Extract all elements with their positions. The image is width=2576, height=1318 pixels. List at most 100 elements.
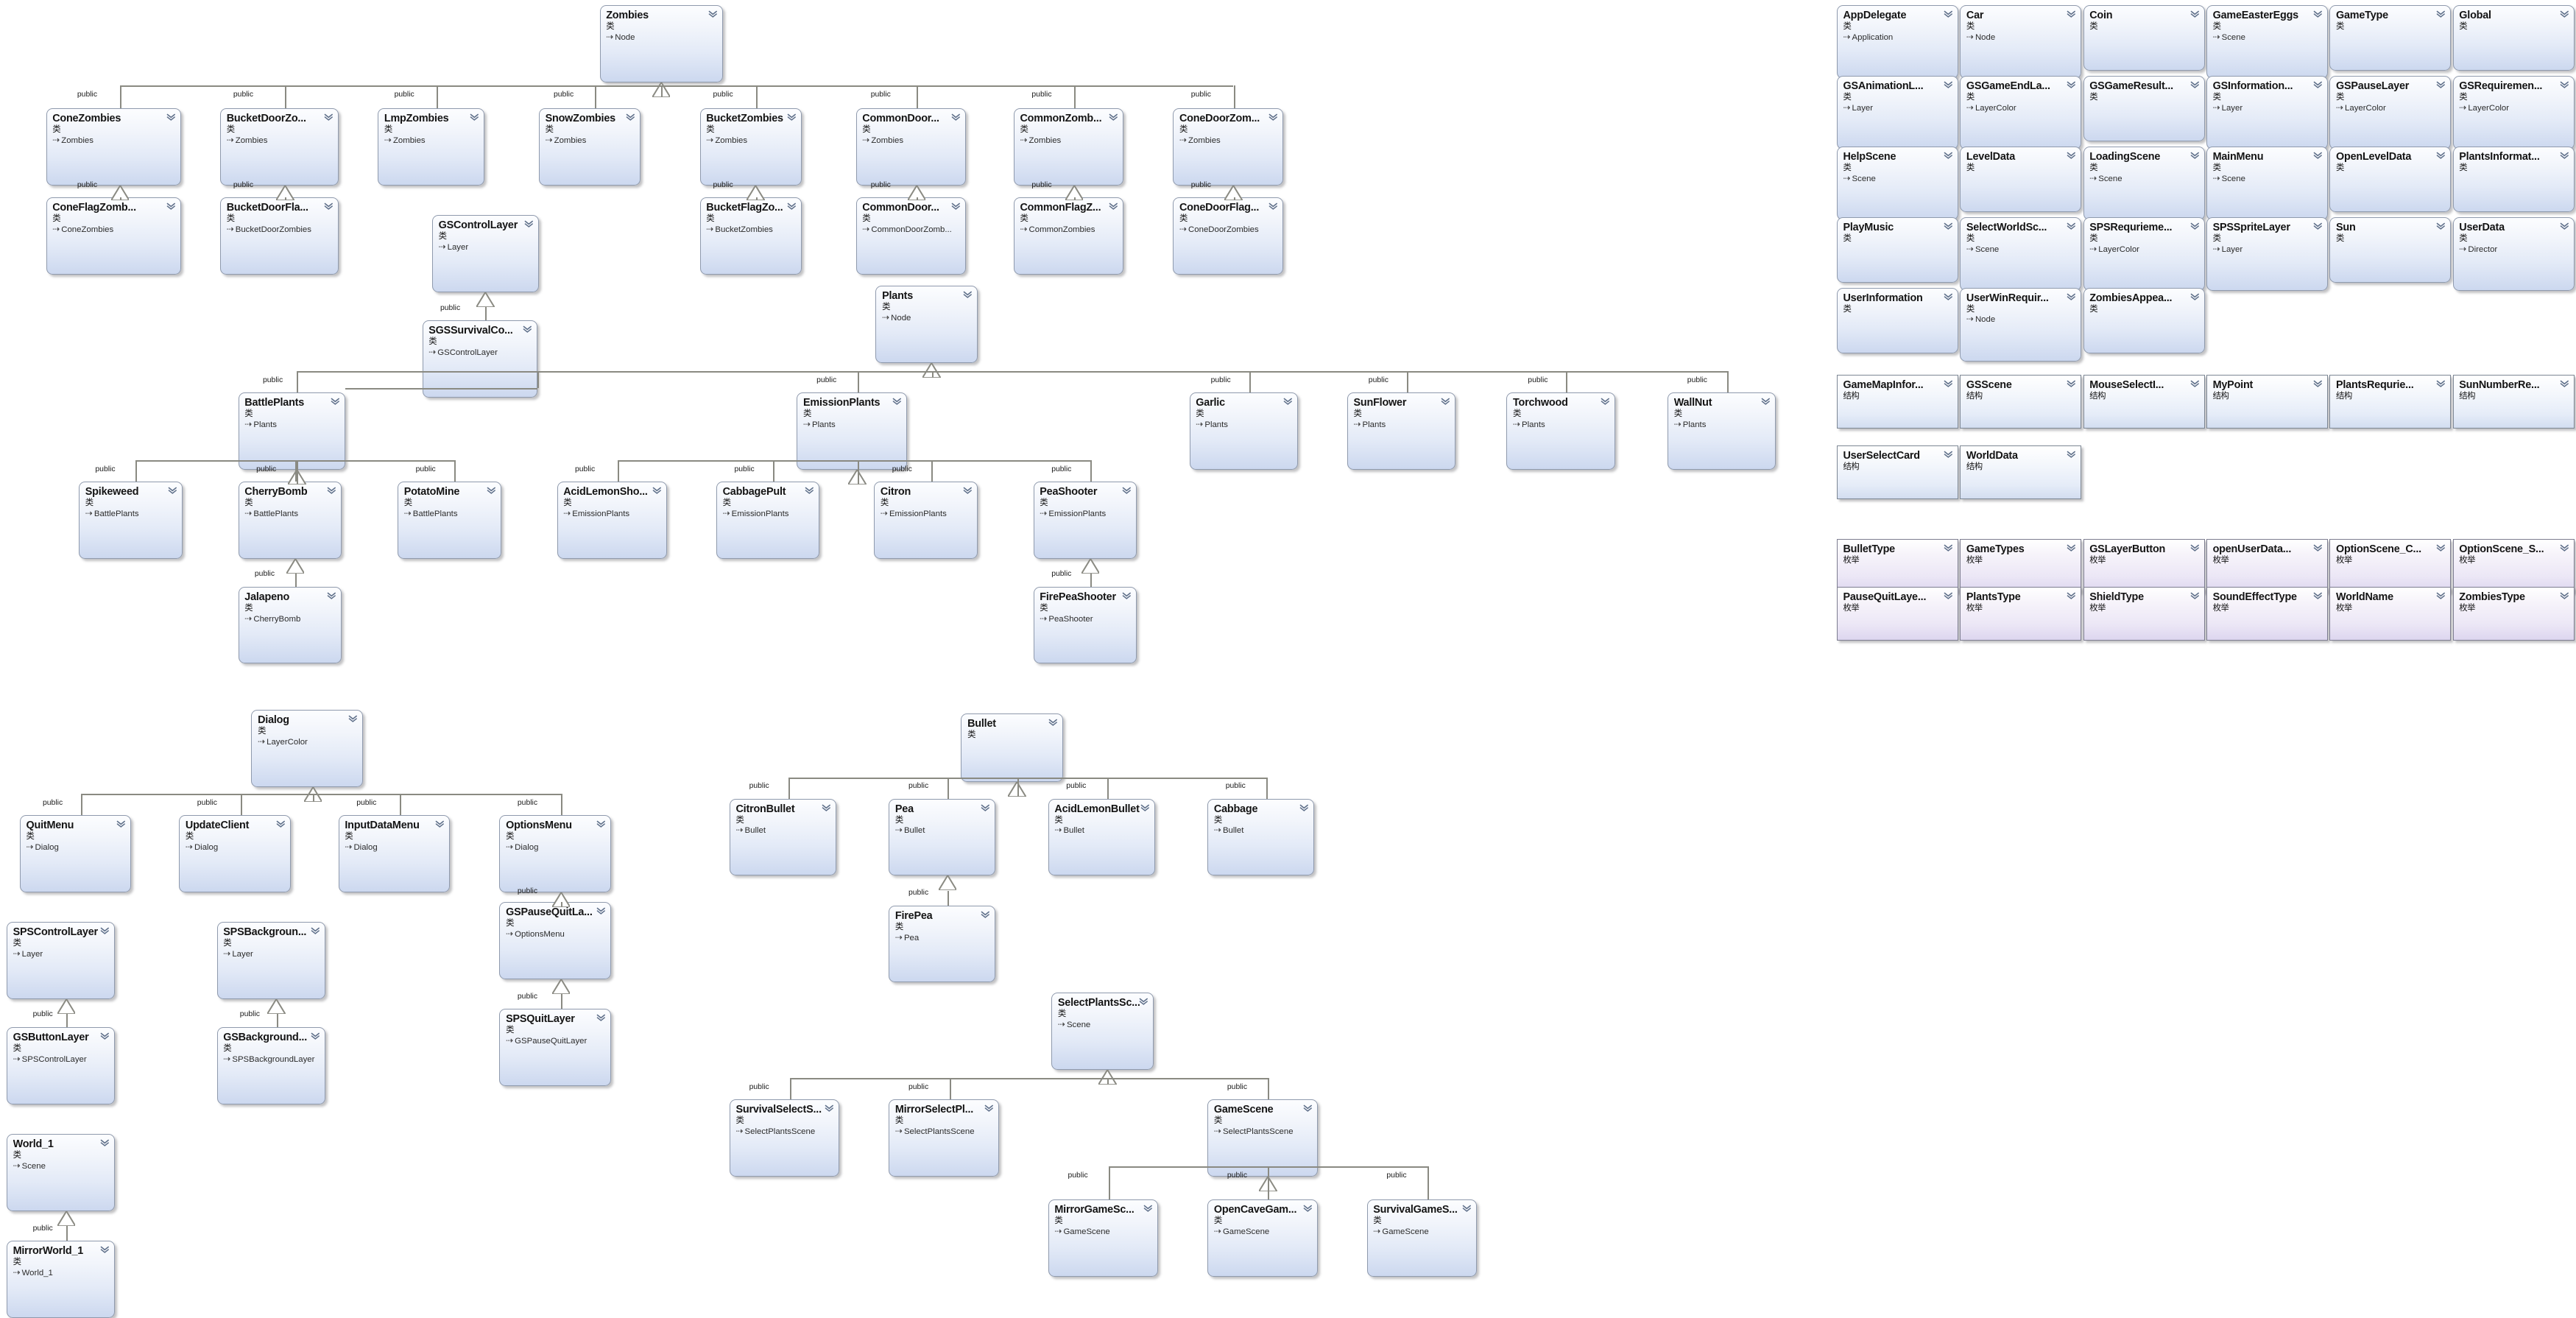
class-node-sunflower[interactable]: SunFlower 类 ⇢ Plants [1347, 392, 1456, 471]
class-node-leveldata[interactable]: LevelData 类 [1960, 146, 2082, 212]
class-node-cabbagepult[interactable]: CabbagePult 类 ⇢ EmissionPlants [716, 481, 820, 559]
class-node-sgssurvivalco[interactable]: SGSSurvivalCo... 类 ⇢ GSControlLayer [422, 320, 537, 398]
class-node-coneflagzombies[interactable]: ConeFlagZomb... 类 ⇢ ConeZombies [46, 197, 181, 275]
class-node-spsquitlayer[interactable]: SPSQuitLayer 类 ⇢ GSPauseQuitLayer [499, 1009, 612, 1086]
class-node-dialog[interactable]: Dialog 类 ⇢ LayerColor [251, 710, 364, 787]
class-node-emissionplants[interactable]: EmissionPlants 类 ⇢ Plants [797, 392, 907, 471]
class-node-car[interactable]: Car 类 ⇢ Node [1960, 4, 2082, 80]
class-node-plantsrequrie[interactable]: PlantsRequrie... 结构 [2329, 374, 2452, 429]
class-node-gsscene[interactable]: GSScene 结构 [1960, 374, 2082, 429]
class-node-gsanimationl[interactable]: GSAnimationL... 类 ⇢ Layer [1836, 75, 1958, 149]
class-node-firepea[interactable]: FirePea 类 ⇢ Pea [889, 905, 996, 983]
class-node-sun[interactable]: Sun 类 [2329, 216, 2452, 283]
class-node-soundeffecttype[interactable]: SoundEffectType 枚举 [2206, 586, 2328, 641]
class-node-shieldtype[interactable]: ShieldType 枚举 [2083, 586, 2205, 641]
class-node-spscontrollayer[interactable]: SPSControlLayer 类 ⇢ Layer [6, 921, 116, 999]
class-node-commondoorflag[interactable]: CommonDoor... 类 ⇢ CommonDoorZomb... [855, 197, 967, 275]
class-node-mirrorworld_1[interactable]: MirrorWorld_1 类 ⇢ World_1 [6, 1240, 116, 1318]
class-node-conezombies[interactable]: ConeZombies 类 ⇢ Zombies [46, 108, 181, 186]
class-node-gsrequiremen[interactable]: GSRequiremen... 类 ⇢ LayerColor [2452, 75, 2575, 149]
class-node-survivalselects[interactable]: SurvivalSelectS... 类 ⇢ SelectPlantsScene [729, 1099, 840, 1177]
class-node-sunnumberre[interactable]: SunNumberRe... 结构 [2452, 374, 2575, 429]
class-node-opencavegam[interactable]: OpenCaveGam... 类 ⇢ GameScene [1207, 1199, 1318, 1277]
class-node-mouseselecti[interactable]: MouseSelectI... 结构 [2083, 374, 2205, 429]
class-node-updateclient[interactable]: UpdateClient 类 ⇢ Dialog [179, 814, 291, 892]
class-node-conedoorflag[interactable]: ConeDoorFlag... 类 ⇢ ConeDoorZombies [1173, 197, 1283, 275]
class-node-userdata[interactable]: UserData 类 ⇢ Director [2452, 216, 2575, 291]
class-node-acidlemonbullet[interactable]: AcidLemonBullet 类 ⇢ Bullet [1048, 798, 1155, 876]
class-node-bucketdoorzo[interactable]: BucketDoorZo... 类 ⇢ Zombies [220, 108, 339, 186]
class-node-gspausequitla[interactable]: GSPauseQuitLa... 类 ⇢ OptionsMenu [499, 902, 612, 979]
class-node-jalapeno[interactable]: Jalapeno 类 ⇢ CherryBomb [238, 586, 342, 664]
class-node-global[interactable]: Global 类 [2452, 4, 2575, 71]
class-node-gamescene[interactable]: GameScene 类 ⇢ SelectPlantsScene [1207, 1099, 1318, 1177]
class-node-optionscene_s[interactable]: OptionScene_S... 枚举 [2452, 538, 2575, 593]
class-node-spsrequirieme[interactable]: SPSRequrieme... 类 ⇢ LayerColor [2083, 216, 2205, 291]
class-node-pausequitlaye[interactable]: PauseQuitLaye... 枚举 [1836, 586, 1958, 641]
class-node-gsinformation[interactable]: GSInformation... 类 ⇢ Layer [2206, 75, 2328, 149]
class-node-plantsinformat[interactable]: PlantsInformat... 类 [2452, 146, 2575, 212]
class-node-mirrorgamesc[interactable]: MirrorGameSc... 类 ⇢ GameScene [1048, 1199, 1159, 1277]
class-node-citronbullet[interactable]: CitronBullet 类 ⇢ Bullet [729, 798, 836, 876]
class-node-spikeweed[interactable]: Spikeweed 类 ⇢ BattlePlants [79, 481, 183, 559]
class-node-peashooter[interactable]: PeaShooter 类 ⇢ EmissionPlants [1033, 481, 1137, 559]
class-node-mypoint[interactable]: MyPoint 结构 [2206, 374, 2328, 429]
class-node-inputdatamenu[interactable]: InputDataMenu 类 ⇢ Dialog [338, 814, 451, 892]
class-node-world_1[interactable]: World_1 类 ⇢ Scene [6, 1133, 116, 1211]
class-node-selectworldsc[interactable]: SelectWorldSc... 类 ⇢ Scene [1960, 216, 2082, 291]
class-node-gsbackgroundlayer[interactable]: GSBackground... 类 ⇢ SPSBackgroundLayer [216, 1026, 325, 1104]
class-node-wallnut[interactable]: WallNut 类 ⇢ Plants [1668, 392, 1776, 471]
class-node-citron[interactable]: Citron 类 ⇢ EmissionPlants [874, 481, 978, 559]
class-node-conedoorzombies[interactable]: ConeDoorZom... 类 ⇢ Zombies [1173, 108, 1283, 186]
class-node-userwinrequir[interactable]: UserWinRequir... 类 ⇢ Node [1960, 287, 2082, 362]
class-node-spsbackgroundlayer[interactable]: SPSBackgroun... 类 ⇢ Layer [216, 921, 325, 999]
class-node-optionsmenu[interactable]: OptionsMenu 类 ⇢ Dialog [499, 814, 612, 892]
class-node-bucketflagzo[interactable]: BucketFlagZo... 类 ⇢ BucketZombies [699, 197, 802, 275]
class-node-potatomine[interactable]: PotatoMine 类 ⇢ BattlePlants [398, 481, 501, 559]
class-node-commonzombies[interactable]: CommonZomb... 类 ⇢ Zombies [1013, 108, 1124, 186]
class-node-battleplants[interactable]: BattlePlants 类 ⇢ Plants [238, 392, 345, 471]
class-node-snowzombies[interactable]: SnowZombies 类 ⇢ Zombies [538, 108, 641, 186]
class-node-zombies[interactable]: Zombies 类 ⇢ Node [599, 4, 723, 82]
class-node-gametype[interactable]: GameType 类 [2329, 4, 2452, 71]
class-node-gametypes[interactable]: GameTypes 枚举 [1960, 538, 2082, 593]
class-node-gamemapinfor[interactable]: GameMapInfor... 结构 [1836, 374, 1958, 429]
class-node-torchwood[interactable]: Torchwood 类 ⇢ Plants [1506, 392, 1615, 471]
class-node-gsgameendla[interactable]: GSGameEndLa... 类 ⇢ LayerColor [1960, 75, 2082, 149]
class-node-coin[interactable]: Coin 类 [2083, 4, 2205, 71]
class-node-openleveldata[interactable]: OpenLevelData 类 [2329, 146, 2452, 212]
class-node-zombiestype[interactable]: ZombiesType 枚举 [2452, 586, 2575, 641]
class-node-commondoorz[interactable]: CommonDoor... 类 ⇢ Zombies [855, 108, 967, 186]
class-node-worldname[interactable]: WorldName 枚举 [2329, 586, 2452, 641]
class-node-plantstype[interactable]: PlantsType 枚举 [1960, 586, 2082, 641]
class-node-acidlemonsho[interactable]: AcidLemonSho... 类 ⇢ EmissionPlants [557, 481, 667, 559]
class-node-zombiesappea[interactable]: ZombiesAppea... 类 [2083, 287, 2205, 353]
class-node-cabbage[interactable]: Cabbage 类 ⇢ Bullet [1207, 798, 1315, 876]
class-node-mirrorselectpl[interactable]: MirrorSelectPl... 类 ⇢ SelectPlantsScene [889, 1099, 999, 1177]
class-node-helpscene[interactable]: HelpScene 类 ⇢ Scene [1836, 146, 1958, 220]
class-node-gslayerbutton[interactable]: GSLayerButton 枚举 [2083, 538, 2205, 593]
class-node-bullet[interactable]: Bullet 类 [961, 713, 1063, 783]
class-node-bucketzombies[interactable]: BucketZombies 类 ⇢ Zombies [699, 108, 802, 186]
class-node-userselectcard[interactable]: UserSelectCard 结构 [1836, 445, 1958, 500]
class-node-plants[interactable]: Plants 类 ⇢ Node [875, 286, 978, 364]
class-node-loadingscene[interactable]: LoadingScene 类 ⇢ Scene [2083, 146, 2205, 220]
class-node-pea[interactable]: Pea 类 ⇢ Bullet [889, 798, 996, 876]
class-node-bullettype[interactable]: BulletType 枚举 [1836, 538, 1958, 593]
class-node-cherrybomb[interactable]: CherryBomb 类 ⇢ BattlePlants [238, 481, 342, 559]
class-node-quitmenu[interactable]: QuitMenu 类 ⇢ Dialog [19, 814, 132, 892]
class-node-openuserdata[interactable]: openUserData... 枚举 [2206, 538, 2328, 593]
class-node-garlic[interactable]: Garlic 类 ⇢ Plants [1189, 392, 1298, 471]
class-node-userinformation[interactable]: UserInformation 类 [1836, 287, 1958, 353]
class-node-commonflagz[interactable]: CommonFlagZ... 类 ⇢ CommonZombies [1013, 197, 1124, 275]
class-node-lmpzombies[interactable]: LmpZombies 类 ⇢ Zombies [378, 108, 485, 186]
class-node-survivalgames[interactable]: SurvivalGameS... 类 ⇢ GameScene [1366, 1199, 1478, 1277]
class-node-spsspritelayer[interactable]: SPSSpriteLayer 类 ⇢ Layer [2206, 216, 2328, 291]
class-node-gsbuttonlayer[interactable]: GSButtonLayer 类 ⇢ SPSControlLayer [6, 1026, 116, 1104]
class-node-playmusic[interactable]: PlayMusic 类 [1836, 216, 1958, 283]
class-node-selectplantsscene[interactable]: SelectPlantsSc... 类 ⇢ Scene [1051, 992, 1154, 1070]
class-node-bucketdoorflag[interactable]: BucketDoorFla... 类 ⇢ BucketDoorZombies [220, 197, 339, 275]
class-node-firepeashooter[interactable]: FirePeaShooter 类 ⇢ PeaShooter [1033, 586, 1137, 664]
class-node-mainmenu[interactable]: MainMenu 类 ⇢ Scene [2206, 146, 2328, 220]
class-node-gsgameresult[interactable]: GSGameResult... 类 [2083, 75, 2205, 141]
